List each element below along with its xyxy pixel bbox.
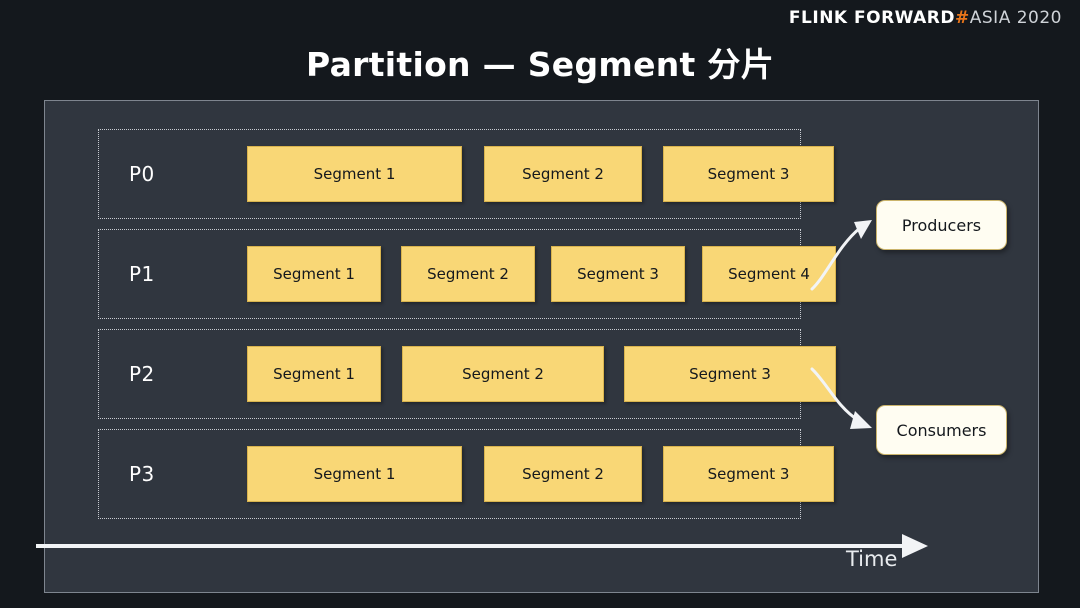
side-boxes-layer: Producers Consumers xyxy=(0,0,1080,608)
producers-box[interactable]: Producers xyxy=(876,200,1007,250)
time-axis-label: Time xyxy=(846,547,898,571)
consumers-box[interactable]: Consumers xyxy=(876,405,1007,455)
